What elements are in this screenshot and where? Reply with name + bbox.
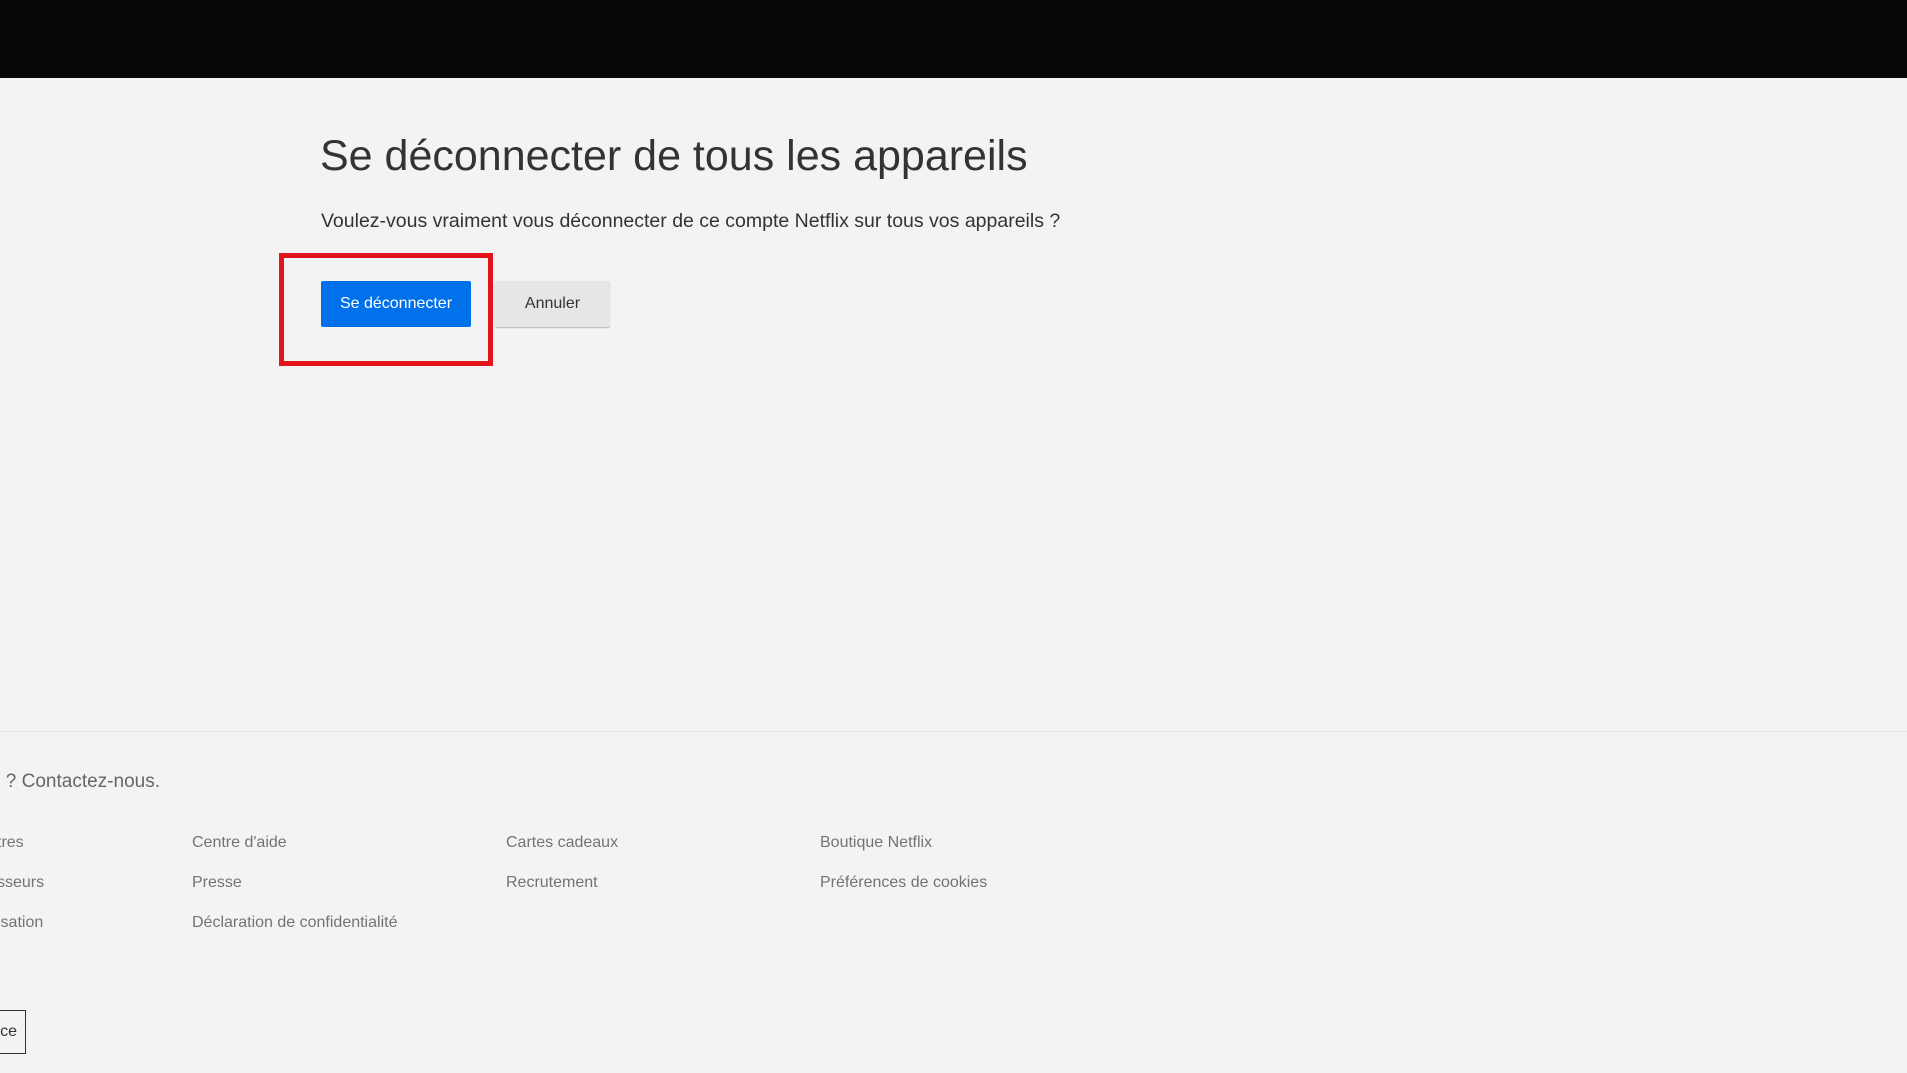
footer-link-gift-cards[interactable]: Cartes cadeaux — [506, 834, 618, 852]
footer-divider — [0, 731, 1907, 732]
footer-link-jobs[interactable]: Recrutement — [506, 874, 598, 892]
footer-link-cookie-preferences[interactable]: Préférences de cookies — [820, 874, 987, 892]
cancel-button[interactable]: Annuler — [495, 281, 610, 327]
footer-link[interactable]: sseurs — [0, 874, 44, 892]
footer-link-netflix-shop[interactable]: Boutique Netflix — [820, 834, 932, 852]
footer-link-press[interactable]: Presse — [192, 874, 242, 892]
footer-link[interactable]: isation — [0, 914, 43, 932]
footer-link[interactable]: tres — [0, 834, 24, 852]
footer-link-help-center[interactable]: Centre d'aide — [192, 834, 287, 852]
page-title: Se déconnecter de tous les appareils — [320, 132, 1028, 180]
language-selector[interactable]: ce — [0, 1010, 26, 1054]
signout-button[interactable]: Se déconnecter — [321, 281, 471, 327]
footer-contact[interactable]: s ? Contactez-nous. — [0, 771, 160, 793]
footer-link-privacy[interactable]: Déclaration de confidentialité — [192, 914, 397, 932]
confirmation-message: Voulez-vous vraiment vous déconnecter de… — [321, 210, 1061, 232]
top-header-bar — [0, 0, 1907, 78]
